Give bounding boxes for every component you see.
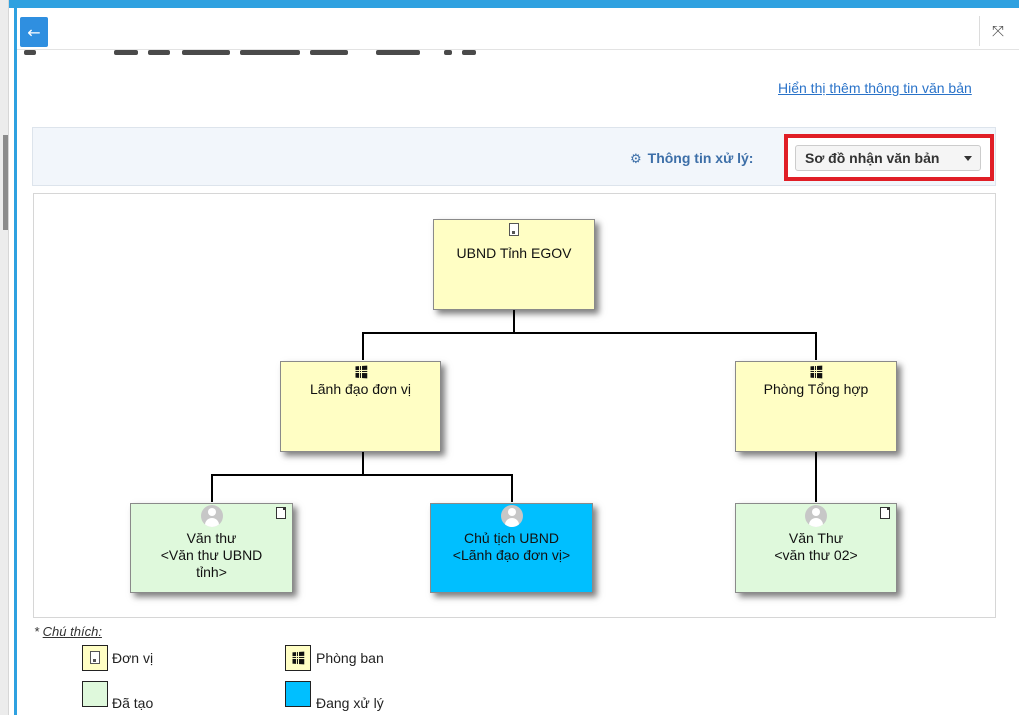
legend-label: Đã tạo	[112, 695, 154, 711]
document-icon	[276, 507, 286, 519]
show-more-info-link[interactable]: Hiển thị thêm thông tin văn bản	[778, 80, 972, 96]
node-label: UBND Tỉnh EGOV	[456, 245, 572, 261]
dropdown-highlight: Sơ đồ nhận văn bản	[784, 134, 994, 181]
node-label: Lãnh đạo đơn vị	[309, 381, 412, 397]
processing-info-text: Thông tin xử lý:	[647, 150, 754, 166]
connector	[362, 451, 364, 475]
top-accent-strip	[0, 0, 1019, 8]
background-scroll-marker	[3, 135, 8, 230]
connector	[362, 332, 817, 334]
connector	[513, 309, 515, 333]
org-node-person[interactable]: Chủ tịch UBND <Lãnh đạo đơn vị>	[430, 503, 593, 593]
windows-icon	[810, 365, 823, 379]
header-divider	[979, 16, 980, 46]
arrow-left-icon: ←	[27, 23, 41, 42]
org-node-department[interactable]: Lãnh đạo đơn vị	[280, 361, 441, 452]
processing-info-label: ⚙ Thông tin xử lý:	[630, 150, 753, 167]
user-icon	[200, 505, 223, 527]
org-node-person[interactable]: Văn Thư <văn thư 02>	[735, 503, 897, 593]
node-name: Văn thư	[186, 530, 237, 546]
expand-collapse-icon: ⤧	[991, 22, 1004, 40]
windows-icon	[354, 365, 367, 379]
modal-header	[17, 12, 1019, 50]
org-node-person[interactable]: Văn thư <Văn thư UBND tỉnh>	[130, 503, 293, 593]
legend-label: Đang xử lý	[316, 695, 384, 711]
legend-title: * Chú thích:	[34, 624, 102, 639]
diagram-type-dropdown[interactable]: Sơ đồ nhận văn bản	[795, 145, 981, 171]
clipped-title	[24, 50, 479, 56]
connector	[362, 332, 364, 360]
windows-icon	[292, 651, 305, 665]
legend-label: Đơn vị	[112, 650, 154, 666]
building-icon	[90, 651, 100, 664]
org-node-unit[interactable]: UBND Tỉnh EGOV	[433, 219, 595, 310]
legend-swatch-department	[285, 645, 311, 671]
legend-swatch-created	[82, 681, 108, 707]
node-role: <văn thư 02>	[774, 547, 858, 563]
connector	[511, 474, 513, 502]
user-icon	[805, 505, 827, 527]
legend-label: Phòng ban	[316, 650, 384, 666]
node-name: Văn Thư	[788, 530, 844, 546]
connector	[815, 451, 817, 502]
background-page-strip	[0, 0, 9, 715]
connector	[211, 474, 213, 502]
org-node-department[interactable]: Phòng Tổng hợp	[735, 361, 897, 452]
building-icon	[509, 223, 519, 236]
node-role: <Lãnh đạo đơn vị>	[452, 547, 571, 563]
back-button[interactable]: ←	[20, 17, 48, 47]
user-icon	[500, 505, 523, 527]
node-role-cont: tỉnh>	[196, 564, 227, 580]
node-role: <Văn thư UBND	[160, 547, 263, 563]
node-label: Phòng Tổng hợp	[763, 381, 869, 397]
expand-collapse-button[interactable]: ⤧	[987, 20, 1009, 42]
gears-icon: ⚙	[630, 152, 642, 167]
document-icon	[880, 507, 890, 519]
connector	[211, 474, 513, 476]
node-name: Chủ tịch UBND	[464, 530, 559, 546]
org-diagram: UBND Tỉnh EGOV Lãnh đạo đơn vị Phòng Tổn…	[33, 193, 996, 618]
legend-swatch-processing	[285, 681, 311, 707]
legend-swatch-unit	[82, 645, 108, 671]
caret-down-icon	[964, 156, 972, 161]
dropdown-value: Sơ đồ nhận văn bản	[805, 150, 940, 166]
connector	[815, 332, 817, 360]
